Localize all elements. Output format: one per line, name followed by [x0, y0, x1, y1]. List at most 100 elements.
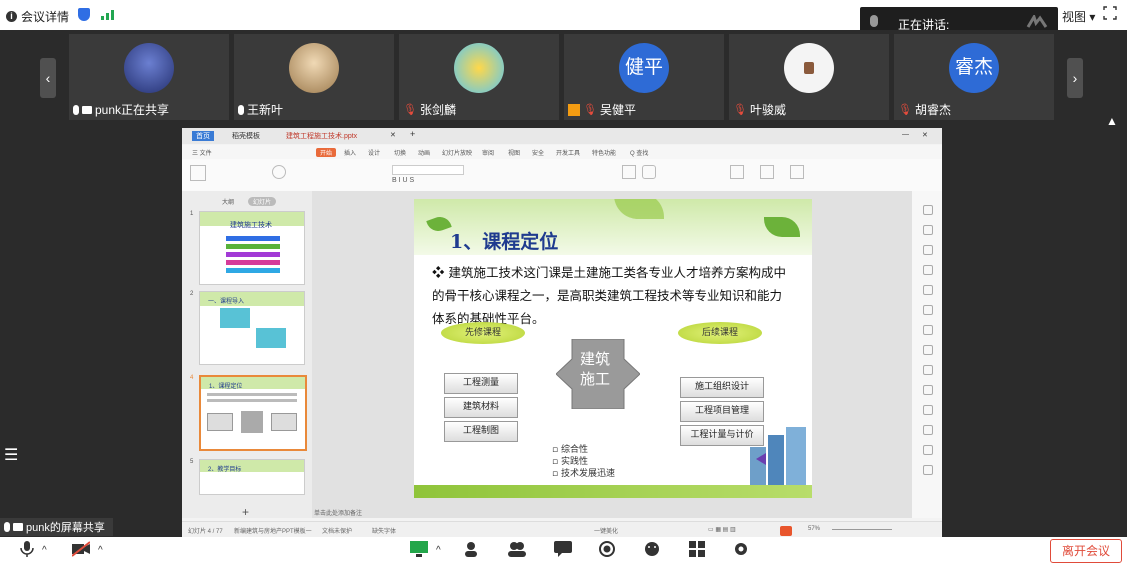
missing-font[interactable]: 缺失字体 — [372, 526, 396, 535]
menu-features[interactable]: 特色功能 — [592, 148, 616, 157]
fullscreen-icon[interactable] — [1103, 6, 1117, 20]
slide-thumbnail-panel: 大纲 幻灯片 1 建筑施工技术 2 一、课程导入 4 1、课程定位 5 2、教学… — [182, 191, 312, 519]
chevron-up-icon[interactable]: ^ — [436, 545, 454, 561]
menu-animation[interactable]: 动画 — [418, 148, 430, 157]
participant-tile[interactable]: 睿杰 🎙 胡睿杰 — [894, 34, 1054, 120]
zoom-level: 57% — [808, 526, 821, 532]
camera-off-icon[interactable] — [72, 541, 90, 557]
slide-thumbnail[interactable]: 2、教学目标 — [199, 459, 305, 495]
participant-tile[interactable]: punk正在共享 — [69, 34, 229, 120]
reaction-icon[interactable] — [644, 541, 662, 557]
paste-icon[interactable] — [190, 165, 206, 181]
gallery-prev-button[interactable]: ‹ — [40, 58, 56, 98]
security-shield-icon[interactable] — [78, 8, 90, 21]
format-painter-icon[interactable] — [272, 165, 286, 179]
view-button[interactable]: 视图 ▾ — [1062, 8, 1095, 25]
tool-icon[interactable] — [923, 465, 933, 475]
chevron-up-icon[interactable]: ^ — [98, 545, 116, 561]
tool-icon[interactable] — [923, 245, 933, 255]
settings-gear-icon[interactable] — [732, 541, 750, 557]
center-label: 建筑 施工 — [580, 349, 610, 389]
meeting-info-button[interactable]: i 会议详情 — [6, 8, 69, 25]
tool-icon[interactable] — [923, 285, 933, 295]
slideshow-icon[interactable] — [790, 165, 804, 179]
thumb-title: 一、课程导入 — [208, 299, 245, 305]
participant-tile[interactable]: 王新叶 — [234, 34, 394, 120]
menu-transition[interactable]: 切换 — [394, 148, 406, 157]
participant-list-icon[interactable]: ☰ — [4, 448, 22, 466]
chevron-up-icon[interactable]: ^ — [42, 545, 60, 561]
slide-thumbnail[interactable]: 建筑施工技术 — [199, 211, 305, 285]
tool-icon[interactable] — [923, 205, 933, 215]
shape-icon[interactable] — [642, 165, 656, 179]
menu-view[interactable]: 视图 — [508, 148, 520, 157]
beautify-button[interactable]: 一键美化 — [594, 526, 618, 535]
close-window-icon[interactable]: ✕ — [922, 131, 928, 139]
shared-screen[interactable]: 首页 稻壳模板 建筑工程施工技术.pptx ✕ + — ✕ 三 文件 开始 插入… — [182, 128, 942, 538]
gallery-next-button[interactable]: › — [1067, 58, 1083, 98]
menu-security[interactable]: 安全 — [532, 148, 544, 157]
tool-icon[interactable] — [923, 405, 933, 415]
close-tab-icon[interactable]: ✕ — [390, 131, 396, 139]
tool-icon[interactable] — [923, 365, 933, 375]
play-slideshow-button[interactable] — [780, 526, 792, 536]
menu-file[interactable]: 三 文件 — [192, 148, 212, 157]
tab-home[interactable]: 首页 — [192, 131, 214, 141]
members-icon[interactable] — [508, 541, 526, 557]
slide-thumbnail-selected[interactable]: 1、课程定位 — [199, 375, 307, 451]
tool-icon[interactable] — [923, 305, 933, 315]
collapse-gallery-icon[interactable]: ▲ — [1100, 114, 1124, 130]
bullet-item: 技术发展迅速 — [560, 469, 615, 479]
avatar — [289, 43, 339, 93]
add-slide-icon[interactable]: + — [242, 505, 249, 519]
slide-thumbnail[interactable]: 一、课程导入 — [199, 291, 305, 365]
wps-ribbon: B I U S — [182, 159, 942, 192]
building-illustration — [750, 427, 806, 487]
slide-canvas[interactable]: 1、课程定位 ❖ 建筑施工技术这门课是土建施工类各专业人才培养方案构成中的骨干核… — [312, 191, 912, 518]
sharer-name: punk的屏幕共享 — [26, 522, 105, 534]
invite-icon[interactable] — [464, 541, 482, 557]
record-icon[interactable] — [598, 541, 616, 557]
menu-devtools[interactable]: 开发工具 — [556, 148, 580, 157]
wps-menu-bar: 三 文件 开始 插入 设计 切换 动画 幻灯片放映 审阅 视图 安全 开发工具 … — [182, 145, 942, 159]
new-tab-icon[interactable]: + — [410, 129, 415, 139]
menu-insert[interactable]: 插入 — [344, 148, 356, 157]
tool-icon[interactable] — [923, 325, 933, 335]
tool-icon[interactable] — [923, 425, 933, 435]
menu-slideshow[interactable]: 幻灯片放映 — [442, 148, 472, 157]
tool-icon[interactable] — [923, 225, 933, 235]
menu-home[interactable]: 开始 — [316, 148, 337, 157]
participant-tile[interactable]: 🎙 叶骏威 — [729, 34, 889, 120]
tool-icon[interactable] — [923, 265, 933, 275]
menu-design[interactable]: 设计 — [368, 148, 380, 157]
view-mode-icons[interactable]: ▭ ▦ ▤ ▥ — [708, 526, 736, 533]
find-replace-icon[interactable] — [730, 165, 744, 179]
chat-icon[interactable] — [554, 541, 572, 557]
leave-meeting-button[interactable]: 离开会议 — [1050, 539, 1122, 563]
tool-icon[interactable] — [923, 345, 933, 355]
participant-tile[interactable]: 🎙 张剑麟 — [399, 34, 559, 120]
slide[interactable]: 1、课程定位 ❖ 建筑施工技术这门课是土建施工类各专业人才培养方案构成中的骨干核… — [414, 199, 812, 498]
menu-search[interactable]: Q 查找 — [630, 148, 648, 157]
minimize-icon[interactable]: — — [902, 131, 909, 138]
tab-document[interactable]: 建筑工程施工技术.pptx — [286, 131, 357, 141]
font-select[interactable] — [392, 165, 464, 175]
tab-outline[interactable]: 大纲 — [222, 197, 234, 206]
textbox-icon[interactable] — [622, 165, 636, 179]
network-signal-icon[interactable] — [101, 10, 114, 20]
font-style-buttons[interactable]: B I U S — [392, 177, 414, 184]
tab-docer[interactable]: 稻壳模板 — [232, 131, 260, 141]
microphone-icon[interactable] — [18, 541, 36, 557]
menu-review[interactable]: 审阅 — [482, 148, 494, 157]
share-screen-icon[interactable] — [410, 541, 428, 557]
notes-placeholder[interactable]: 单击此处添加备注 — [314, 508, 362, 517]
tab-slides[interactable]: 幻灯片 — [248, 197, 277, 206]
participant-tile[interactable]: 健平 🎙 吴健平 — [564, 34, 724, 120]
tool-icon[interactable] — [923, 385, 933, 395]
participant-name: punk正在共享 — [95, 103, 170, 117]
apps-icon[interactable] — [688, 541, 706, 557]
tool-icon[interactable] — [923, 445, 933, 455]
select-icon[interactable] — [760, 165, 774, 179]
zoom-slider[interactable] — [832, 529, 892, 530]
doc-protection[interactable]: 文档未保护 — [322, 526, 352, 535]
